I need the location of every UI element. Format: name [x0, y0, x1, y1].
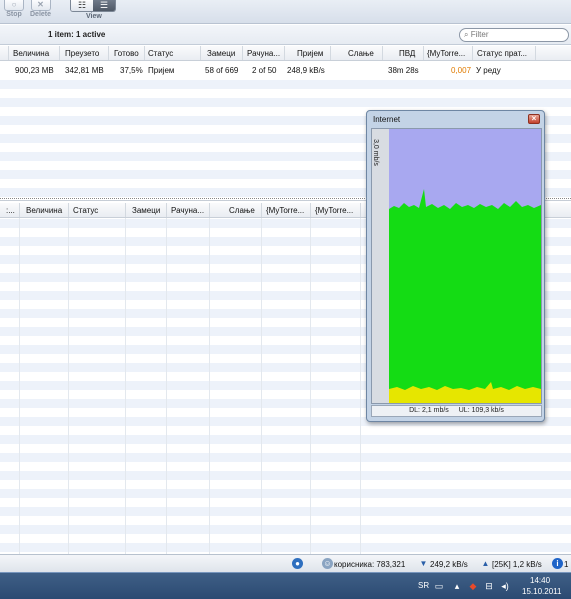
col-mytorrent[interactable]: {MyTorre... — [427, 49, 465, 58]
row-pieces: 58 of 669 — [205, 66, 239, 75]
col-upload[interactable]: Слање — [348, 49, 374, 58]
row-mytorrent: 0,007 — [451, 66, 472, 75]
language-indicator[interactable]: SR — [418, 581, 429, 590]
row-downloaded: 342,81 MB — [65, 66, 104, 75]
delete-label: Delete — [30, 11, 52, 18]
row-done: 37,5% — [120, 66, 143, 75]
internet-window-title: Internet — [373, 115, 401, 124]
col-upload[interactable]: Слање — [229, 206, 255, 215]
download-arrow-icon: ▼ — [419, 559, 428, 568]
close-icon[interactable]: × — [528, 114, 540, 124]
toolbar: ○ Stop ✕ Delete ☷ ☰ View — [0, 0, 571, 24]
col-eta[interactable]: ПВД — [399, 49, 415, 58]
row-status: Пријем — [148, 66, 175, 75]
row-tracker-status: У реду — [476, 66, 501, 75]
col-pieces[interactable]: Замеци — [132, 206, 160, 215]
upload-arrow-icon: ▲ — [481, 559, 490, 568]
delete-button[interactable]: ✕ Delete — [30, 0, 51, 18]
col-peers[interactable]: Рачуна... — [247, 49, 280, 58]
taskbar: SR ▭ ▴ ◆ ⊟ ◂) 14:40 15.10.2011 — [0, 572, 571, 599]
col-done[interactable]: Готово — [114, 49, 139, 58]
info-icon[interactable]: i — [552, 558, 563, 569]
delete-icon: ✕ — [30, 0, 51, 11]
detail-view-icon[interactable]: ☷ — [71, 0, 93, 11]
network-icon[interactable]: ● — [292, 558, 303, 569]
internet-monitor-window[interactable]: Internet × 3,0 mb/s DL: 2,1 mb/s UL: 109… — [366, 110, 545, 422]
up-speed[interactable]: [25K] 1,2 kB/s — [492, 560, 542, 569]
view-label: View — [86, 13, 102, 20]
col-mytorrent-1[interactable]: {MyTorre... — [266, 206, 304, 215]
search-icon: ⌕ — [464, 30, 469, 39]
app-tray-icon[interactable]: ◆ — [468, 582, 478, 591]
col-status[interactable]: Статус — [148, 49, 173, 58]
bandwidth-graph: 3,0 mb/s — [371, 128, 542, 404]
row-peers: 2 of 50 — [252, 66, 277, 75]
volume-icon[interactable]: ◂) — [500, 582, 510, 591]
keyboard-icon[interactable]: ▭ — [434, 582, 444, 591]
col-size[interactable]: Величина — [26, 206, 62, 215]
col-download[interactable]: Пријем — [297, 49, 323, 58]
down-speed[interactable]: 249,2 kB/s — [430, 560, 468, 569]
users-count: корисника: 783,321 — [334, 560, 406, 569]
col-status[interactable]: Статус — [73, 206, 98, 215]
col-size[interactable]: Величина — [13, 49, 49, 58]
info-count: 1 — [564, 560, 569, 569]
col-mytorrent-2[interactable]: {MyTorre... — [315, 206, 353, 215]
active-count: 1 item: 1 active — [48, 30, 106, 39]
table-row[interactable]: 900,23 MB 342,81 MB 37,5% Пријем 58 of 6… — [0, 62, 571, 78]
bandwidth-graph-svg — [372, 129, 541, 403]
col-name[interactable]: :... — [6, 206, 15, 215]
col-downloaded[interactable]: Преузето — [65, 49, 99, 58]
clock-date[interactable]: 15.10.2011 — [522, 587, 561, 596]
users-icon: ☺ — [322, 558, 333, 569]
status-bar: ● ☺ корисника: 783,321 ▼ 249,2 kB/s ▲ [2… — [0, 554, 571, 572]
row-size: 900,23 MB — [15, 66, 54, 75]
download-rate: DL: 2,1 mb/s — [409, 407, 449, 414]
tray-expand-icon[interactable]: ▴ — [452, 582, 462, 591]
row-eta: 38m 28s — [388, 66, 419, 75]
view-switcher: ☷ ☰ — [70, 0, 116, 12]
network-tray-icon[interactable]: ⊟ — [484, 582, 494, 591]
net-stats: DL: 2,1 mb/s UL: 109,3 kb/s — [371, 405, 542, 417]
row-download: 248,9 kB/s — [287, 66, 325, 75]
list-view-icon[interactable]: ☰ — [93, 0, 115, 11]
col-pieces[interactable]: Замеци — [207, 49, 235, 58]
stop-label: Stop — [6, 11, 22, 18]
graph-axis-label: 3,0 mb/s — [371, 139, 379, 166]
filter-input[interactable]: ⌕ Filter — [459, 28, 569, 42]
upload-rate: UL: 109,3 kb/s — [458, 407, 504, 414]
stop-icon: ○ — [4, 0, 24, 11]
col-peers[interactable]: Рачуна... — [171, 206, 204, 215]
clock-time[interactable]: 14:40 — [530, 576, 550, 585]
top-table-header: Величина Преузето Готово Статус Замеци Р… — [0, 46, 571, 61]
filter-placeholder: Filter — [470, 30, 489, 39]
col-tracker-status[interactable]: Статус прат... — [477, 49, 527, 58]
filter-bar: 1 item: 1 active ⌕ Filter — [0, 25, 571, 45]
stop-button[interactable]: ○ Stop — [4, 0, 24, 18]
